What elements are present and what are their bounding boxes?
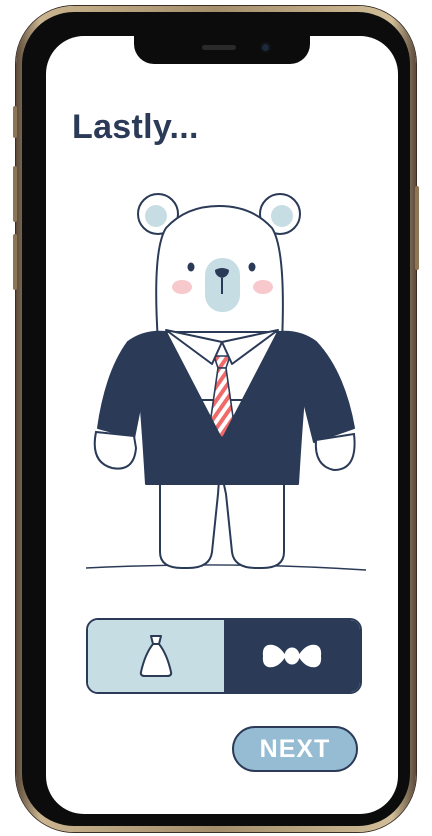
power-button (415, 186, 419, 270)
phone-device: Lastly... NEXT (13, 6, 419, 832)
dress-option[interactable] (88, 620, 224, 692)
bowtie-icon (262, 644, 322, 668)
bear-illustration (85, 193, 367, 571)
volume-up-button (13, 166, 17, 222)
front-camera (260, 42, 271, 53)
speaker-grille (202, 45, 236, 50)
volume-down-button (13, 234, 17, 290)
bowtie-option[interactable] (224, 620, 360, 692)
accessory-toggle (86, 618, 362, 694)
ground-line (85, 564, 367, 571)
dress-icon (139, 635, 173, 677)
mute-switch (13, 106, 17, 138)
page-title: Lastly... (72, 108, 199, 146)
phone-screen: Lastly... NEXT (46, 36, 398, 814)
notch (134, 36, 310, 64)
phone-bezel: Lastly... NEXT (22, 12, 410, 826)
next-button[interactable]: NEXT (232, 726, 358, 772)
